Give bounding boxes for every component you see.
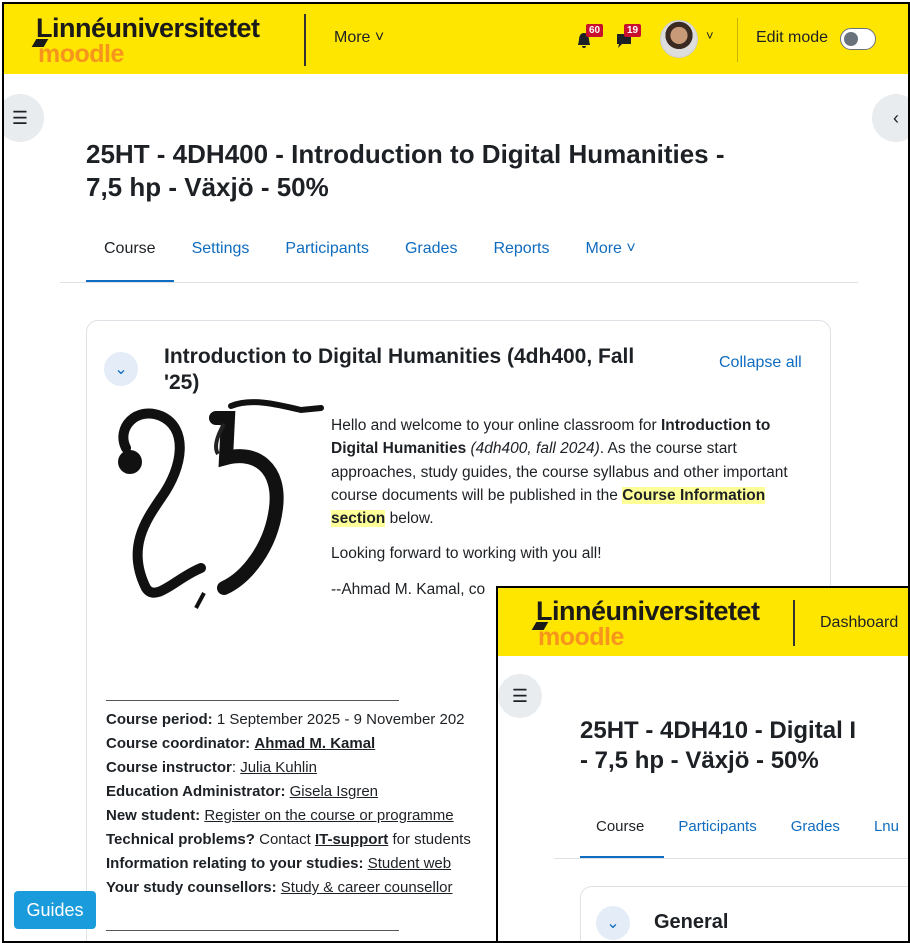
welcome-paragraph: Hello and welcome to your online classro… [331, 414, 801, 530]
site-logo[interactable]: Linnéuniversitetet moodle [4, 9, 279, 69]
course-tabs: Course Settings Participants Grades Repo… [104, 240, 672, 258]
messages-badge: 19 [624, 24, 642, 37]
info-label: New student: [106, 807, 201, 824]
welcome-course-code: (4dh400, fall 2024) [466, 440, 600, 458]
tab-reports[interactable]: Reports [493, 240, 549, 258]
tabs-divider [60, 282, 858, 283]
info-coordinator: Course coordinator: Ahmad M. Kamal [106, 732, 526, 756]
block-drawer-button[interactable]: ‹ [872, 94, 908, 142]
info-instructor: Course instructor: Julia Kuhlin [106, 759, 317, 776]
course-index-drawer-button[interactable]: ☰ [498, 674, 542, 718]
info-course-period: Course period: 1 September 2025 - 9 Nove… [106, 708, 526, 732]
divider-line-top [106, 700, 399, 701]
collapse-all-link[interactable]: Collapse all [719, 354, 802, 372]
it-support-link[interactable]: IT-support [315, 831, 388, 848]
nav-dashboard-link[interactable]: Dashboard [820, 614, 898, 632]
tab-settings[interactable]: Settings [192, 240, 250, 258]
page-title: 25HT - 4DH400 - Introduction to Digital … [86, 138, 725, 203]
course-banner-image [118, 399, 324, 609]
admin-link[interactable]: Gisela Isgren [290, 783, 378, 800]
tab-grades[interactable]: Grades [791, 818, 840, 835]
messages-button[interactable]: 19 [616, 24, 646, 52]
tabs-divider [554, 858, 908, 859]
instructor-link[interactable]: Julia Kuhlin [240, 759, 317, 776]
info-value: Contact [254, 831, 315, 848]
info-label: Technical problems? [106, 831, 255, 848]
info-value: 1 September 2025 - 9 November 202 [212, 711, 465, 728]
chevron-down-icon: ⌄ [606, 915, 620, 932]
logo-text-moodle: moodle [38, 40, 124, 68]
register-link[interactable]: Register on the course or programme [204, 807, 453, 824]
chevron-left-icon: ‹ [893, 107, 899, 128]
divider-line-bottom [106, 930, 399, 931]
info-label: Your study counsellors: [106, 879, 277, 896]
top-navbar: Linnéuniversitetet moodle Dashboard [498, 588, 908, 656]
info-label: Course coordinator: [106, 735, 251, 752]
logo-text-moodle: moodle [538, 623, 624, 651]
student-web-link[interactable]: Student web [368, 855, 451, 872]
info-studies: Information relating to your studies: St… [106, 852, 526, 876]
coordinator-link[interactable]: Ahmad M. Kamal [254, 735, 375, 752]
tab-lnu[interactable]: Lnu [874, 818, 899, 835]
info-label: Information relating to your studies: [106, 855, 364, 872]
page-title-line2: 7,5 hp - Växjö - 50% [86, 171, 329, 202]
top-navbar: Linnéuniversitetet moodle More ˅ 60 19 ˅… [4, 4, 908, 74]
info-value: for students [388, 831, 471, 848]
info-new-student: New student: Register on the course or p… [106, 804, 526, 828]
nav-more-menu[interactable]: More ˅ [334, 29, 384, 47]
welcome-text: Hello and welcome to your online classro… [331, 414, 801, 601]
tab-participants[interactable]: Participants [678, 818, 756, 835]
section-collapse-button[interactable]: ⌄ [104, 352, 138, 386]
list-icon: ☰ [11, 107, 29, 128]
chevron-down-icon: ⌄ [114, 361, 128, 378]
course-tabs: Course Participants Grades Lnu [596, 818, 908, 835]
welcome-text-end: below. [385, 510, 434, 527]
section-collapse-button[interactable]: ⌄ [596, 906, 630, 940]
tab-course[interactable]: Course [104, 240, 156, 258]
list-icon: ☰ [511, 685, 529, 706]
logo-divider [304, 14, 306, 66]
edit-mode-label: Edit mode [756, 29, 829, 46]
nav-divider [737, 18, 738, 62]
site-logo[interactable]: Linnéuniversitetet moodle [498, 592, 768, 652]
guides-button[interactable]: Guides [14, 891, 96, 929]
info-label: Course instructor [106, 759, 232, 776]
section-title: General [654, 911, 729, 933]
info-counsellor: Your study counsellors: Study & career c… [106, 876, 526, 900]
tab-more[interactable]: More ˅ [585, 240, 635, 258]
tab-course[interactable]: Course [596, 818, 644, 835]
tab-grades[interactable]: Grades [405, 240, 457, 258]
section-title-line1: Introduction to Digital Humanities (4dh4… [164, 345, 635, 368]
course-window-4dh410: Linnéuniversitetet moodle Dashboard ☰ 25… [496, 586, 910, 943]
welcome-closing: Looking forward to working with you all! [331, 545, 602, 563]
page-title-line2: - 7,5 hp - Växjö - 50% [580, 747, 819, 774]
info-label: Education Administrator: [106, 783, 286, 800]
info-technical: Technical problems? Contact IT-support f… [106, 828, 526, 852]
welcome-text-intro: Hello and welcome to your online classro… [331, 417, 661, 434]
user-avatar[interactable] [660, 20, 698, 58]
tab-participants[interactable]: Participants [285, 240, 369, 258]
course-section-card [580, 886, 908, 941]
page-title-line1: 25HT - 4DH410 - Digital I [580, 717, 857, 744]
chevron-down-icon[interactable]: ˅ [706, 28, 714, 43]
logo-divider [793, 600, 795, 646]
notifications-badge: 60 [586, 24, 604, 37]
edit-mode-toggle[interactable] [840, 28, 876, 50]
page-title: 25HT - 4DH410 - Digital I - 7,5 hp - Väx… [580, 716, 856, 776]
counsellor-link[interactable]: Study & career counsellor [281, 879, 453, 896]
notifications-button[interactable]: 60 [576, 24, 606, 52]
course-info-list: Course period: 1 September 2025 - 9 Nove… [106, 708, 526, 900]
info-admin: Education Administrator: Gisela Isgren [106, 780, 526, 804]
page-title-line1: 25HT - 4DH400 - Introduction to Digital … [86, 139, 725, 169]
info-label: Course period: [106, 711, 213, 728]
course-index-drawer-button[interactable]: ☰ [4, 94, 44, 142]
